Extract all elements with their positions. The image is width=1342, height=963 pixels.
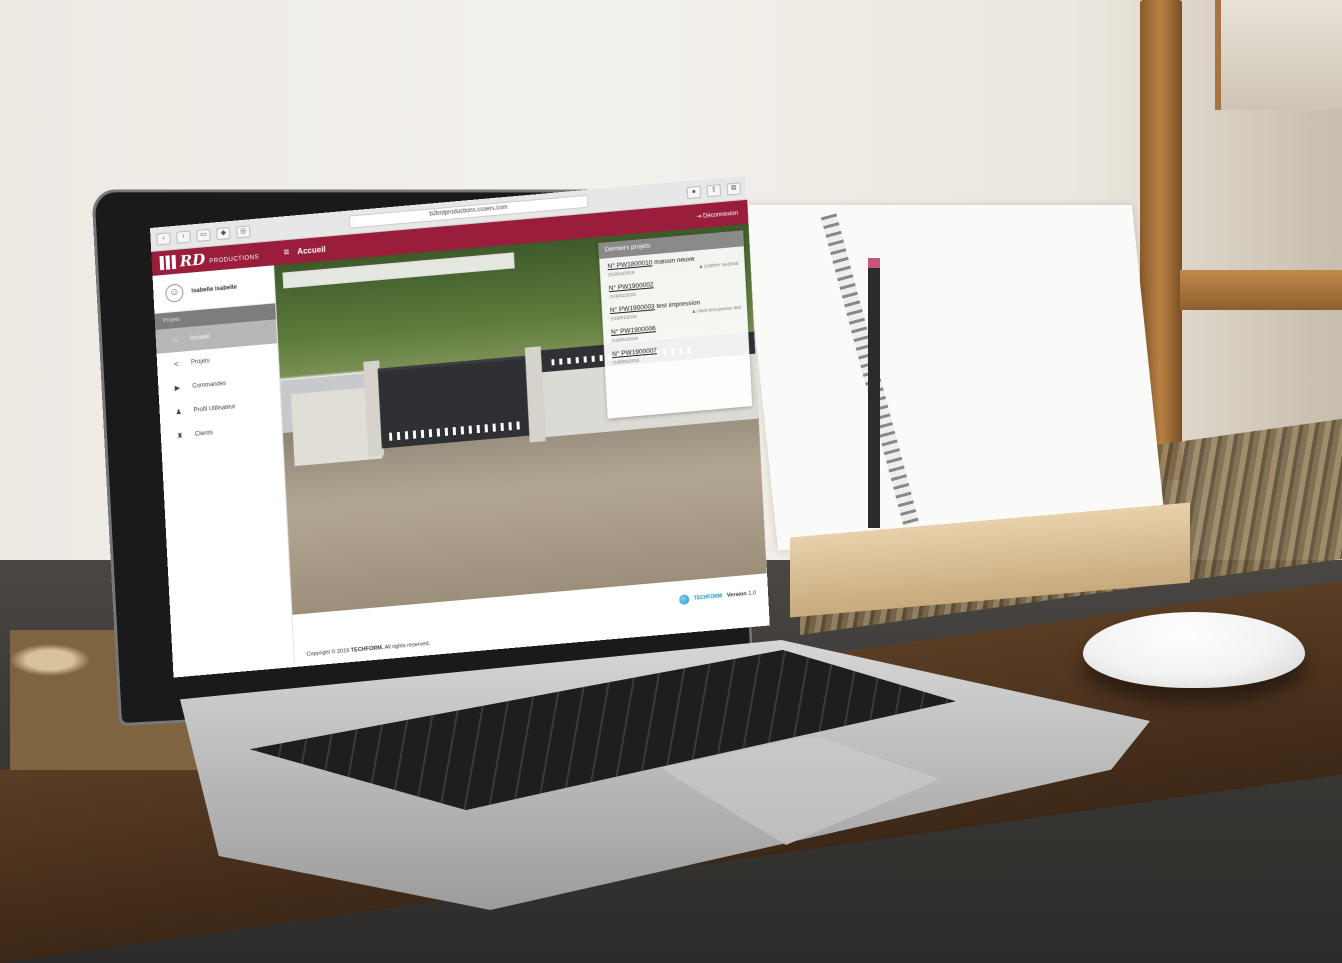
hero-gate xyxy=(377,355,532,449)
version: Version 1.0 xyxy=(727,590,756,599)
home-icon: ⌂ xyxy=(172,336,178,344)
sidebar-item-label: Projets xyxy=(190,358,210,366)
project-date: 28/01/2019 xyxy=(615,335,639,343)
copyright-suffix: All rights reserved. xyxy=(383,640,431,651)
people-icon: ♜ xyxy=(176,432,184,441)
truck-icon: ▶ xyxy=(174,384,181,393)
shield-icon[interactable]: ◆ xyxy=(216,226,231,240)
project-date: 28/01/2019 xyxy=(616,357,640,365)
copyright-prefix: Copyright © 2019 xyxy=(306,647,351,658)
sidebar-icon[interactable]: ▭ xyxy=(196,228,211,242)
avatar[interactable]: ☺ xyxy=(164,282,184,303)
project-date: 16/01/2019 xyxy=(613,291,636,299)
mouse xyxy=(1083,612,1305,688)
sidebar-item-label: Clients xyxy=(194,430,214,438)
recent-projects-panel: Derniers projets N° PW1800010 maison neu… xyxy=(598,230,753,419)
chevron-right-icon[interactable]: › xyxy=(176,230,191,244)
pencil xyxy=(868,258,880,528)
username: isabelle isabelle xyxy=(191,284,238,295)
copyright-brand: TECHFORM. xyxy=(350,644,384,654)
logo-text: PRODUCTIONS xyxy=(209,254,260,265)
techform-logo-icon xyxy=(678,594,690,606)
version-label: Version xyxy=(726,591,747,599)
logout-button[interactable]: ⇥ Déconnexion xyxy=(696,209,738,220)
logo-bars xyxy=(159,254,177,271)
page-title: Accueil xyxy=(297,244,326,256)
privacy-icon[interactable]: ◎ xyxy=(236,224,251,238)
copyright: Copyright © 2019 TECHFORM. All rights re… xyxy=(306,641,430,658)
sidebar-item-label: Accueil xyxy=(189,334,210,342)
share-icon: ≺ xyxy=(173,360,180,369)
laptop-screen: ‹ › ▭ ◆ ◎ b2brdproductions.cssers.com ● … xyxy=(150,175,770,678)
mirror xyxy=(1215,0,1342,110)
sidebar: ☺ isabelle isabelle Projets ⌂ Accueil ≺ … xyxy=(152,265,296,678)
sidebar-item-label: Commandes xyxy=(192,380,227,390)
main-content: Derniers projets N° PW1800010 maison neu… xyxy=(274,223,770,667)
techform-name: TECHFORM xyxy=(693,593,723,602)
project-date: 19/12/2018 xyxy=(611,269,635,277)
logo-mark: RD xyxy=(179,250,206,271)
user-icon: ♟ xyxy=(175,408,183,417)
download-icon[interactable]: ● xyxy=(686,185,702,199)
menu-icon[interactable]: ≡ xyxy=(283,246,289,257)
notebook xyxy=(741,205,1169,550)
version-value: 1.0 xyxy=(748,590,757,597)
project-client: GORRY NADINE xyxy=(704,260,739,269)
share-icon[interactable]: ⇪ xyxy=(706,183,722,197)
ladder-rung xyxy=(1180,270,1342,310)
sidebar-item-label: Profil Utilisateur xyxy=(193,404,236,414)
project-date: 16/01/2019 xyxy=(614,313,637,321)
chevron-left-icon[interactable]: ‹ xyxy=(156,231,171,245)
logout-label: Déconnexion xyxy=(702,210,739,220)
tabs-icon[interactable]: ⧉ xyxy=(726,181,742,196)
footer-right: TECHFORM Version 1.0 xyxy=(678,588,757,606)
